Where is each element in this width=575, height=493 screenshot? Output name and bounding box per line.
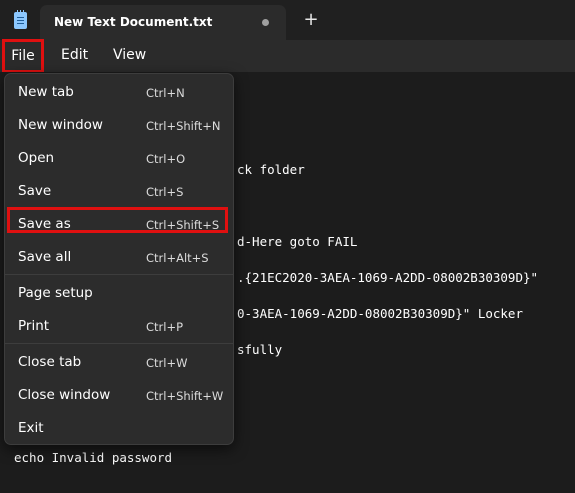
menu-divider — [5, 343, 233, 344]
editor-line: .{21EC2020-3AEA-1069-A2DD-08002B30309D}" — [237, 270, 539, 285]
menu-item-shortcut: Ctrl+Shift+N — [146, 119, 221, 133]
file-menu-dropdown: New tab Ctrl+N New window Ctrl+Shift+N O… — [4, 73, 234, 445]
menu-bar: File Edit View — [0, 39, 575, 73]
menu-item-label: Save — [18, 183, 52, 199]
menu-item-print[interactable]: Print Ctrl+P — [5, 312, 233, 342]
menu-item-shortcut: Ctrl+P — [146, 320, 184, 334]
menu-item-label: Close tab — [18, 354, 82, 370]
tab-new-text-document[interactable]: New Text Document.txt — [40, 5, 286, 40]
menu-item-shortcut: Ctrl+W — [146, 356, 188, 370]
editor-line: sfully — [237, 342, 283, 357]
title-bar: New Text Document.txt + — [0, 0, 575, 40]
save-as-highlight — [7, 207, 228, 233]
editor-line: echo Invalid password — [14, 450, 173, 465]
menu-item-shortcut: Ctrl+Alt+S — [146, 251, 209, 265]
menu-item-new-window[interactable]: New window Ctrl+Shift+N — [5, 111, 233, 141]
menu-item-exit[interactable]: Exit — [5, 414, 233, 444]
menu-item-save-all[interactable]: Save all Ctrl+Alt+S — [5, 243, 233, 273]
menu-divider — [5, 274, 233, 275]
new-tab-button[interactable]: + — [300, 9, 322, 31]
menu-item-label: Close window — [18, 387, 111, 403]
menu-item-label: Page setup — [18, 285, 93, 301]
menu-item-label: Open — [18, 150, 55, 166]
menu-item-page-setup[interactable]: Page setup — [5, 279, 233, 309]
unsaved-dot-icon[interactable] — [262, 19, 269, 26]
editor-line: d-Here goto FAIL — [237, 234, 358, 249]
menu-item-shortcut: Ctrl+O — [146, 152, 186, 166]
editor-line: 0-3AEA-1069-A2DD-08002B30309D}" Locker — [237, 306, 523, 321]
menu-item-close-tab[interactable]: Close tab Ctrl+W — [5, 348, 233, 378]
menu-item-label: Save all — [18, 249, 72, 265]
menu-file[interactable]: File — [2, 39, 44, 73]
menu-item-label: New tab — [18, 84, 74, 100]
notepad-icon — [14, 10, 27, 29]
editor-line: ck folder — [237, 162, 305, 177]
menu-item-label: New window — [18, 117, 103, 133]
menu-item-label: Print — [18, 318, 50, 334]
menu-item-new-tab[interactable]: New tab Ctrl+N — [5, 78, 233, 108]
tab-title: New Text Document.txt — [54, 15, 213, 29]
menu-item-shortcut: Ctrl+S — [146, 185, 184, 199]
menu-item-close-window[interactable]: Close window Ctrl+Shift+W — [5, 381, 233, 411]
menu-item-label: Exit — [18, 420, 44, 436]
menu-view[interactable]: View — [113, 40, 146, 72]
menu-item-open[interactable]: Open Ctrl+O — [5, 144, 233, 174]
menu-edit[interactable]: Edit — [61, 40, 88, 72]
menu-item-save[interactable]: Save Ctrl+S — [5, 177, 233, 207]
menu-item-shortcut: Ctrl+N — [146, 86, 185, 100]
menu-item-shortcut: Ctrl+Shift+W — [146, 389, 224, 403]
